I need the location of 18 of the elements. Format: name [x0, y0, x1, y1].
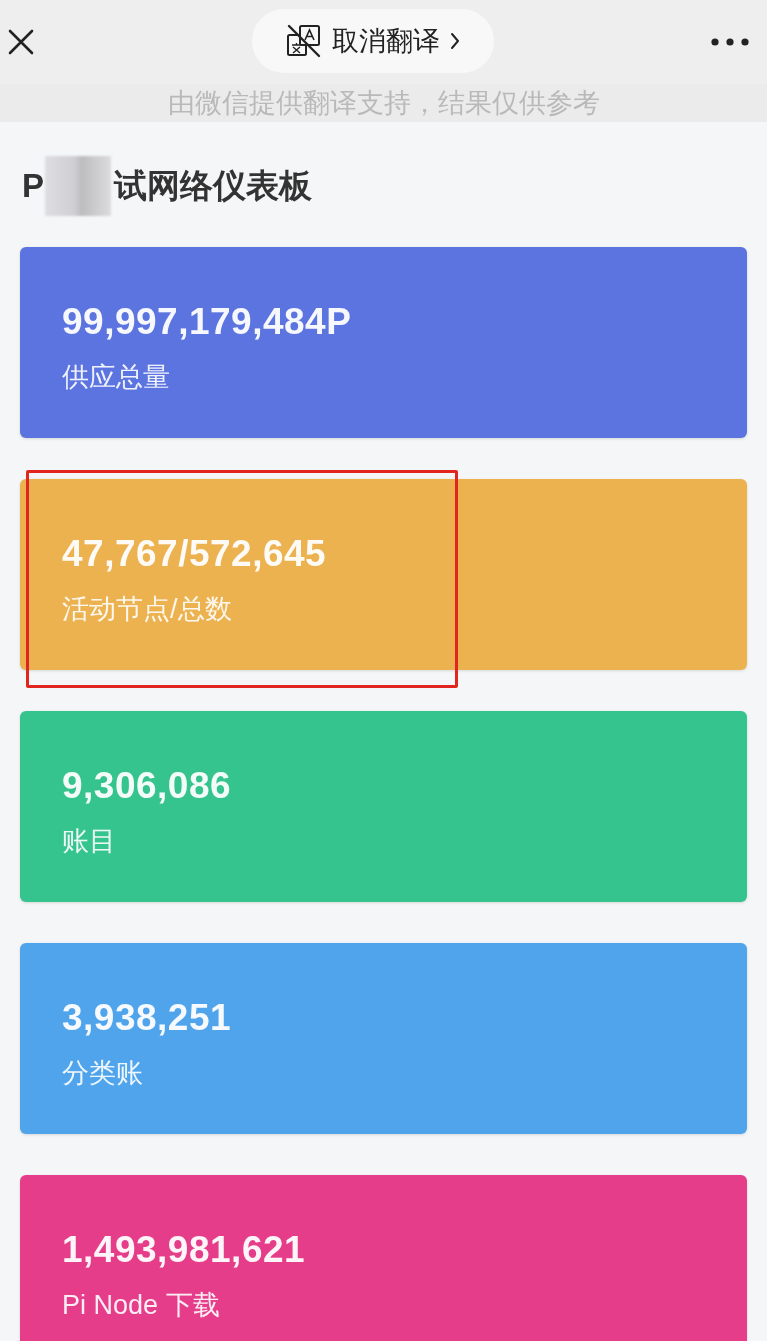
stat-label: 供应总量	[62, 361, 170, 394]
stat-label: 活动节点/总数	[62, 593, 232, 626]
translate-off-icon	[285, 23, 322, 59]
stat-label: 分类账	[62, 1057, 143, 1090]
more-icon[interactable]	[711, 38, 749, 46]
stat-label: Pi Node 下载	[62, 1289, 220, 1322]
chevron-right-icon	[449, 32, 460, 50]
stat-value: 3,938,251	[62, 996, 232, 1040]
stat-value: 47,767/572,645	[62, 532, 327, 576]
stat-value: 99,997,179,484P	[62, 300, 352, 344]
cancel-translation-button[interactable]: 取消翻译	[251, 9, 494, 73]
stat-value: 1,493,981,621	[62, 1228, 306, 1272]
close-icon[interactable]	[8, 29, 34, 55]
page-title-start: P	[22, 166, 44, 207]
stat-label: 账目	[62, 825, 116, 858]
page-title: 试网络仪表板	[114, 166, 312, 207]
redaction-block	[45, 156, 111, 216]
stat-value: 9,306,086	[62, 764, 232, 808]
